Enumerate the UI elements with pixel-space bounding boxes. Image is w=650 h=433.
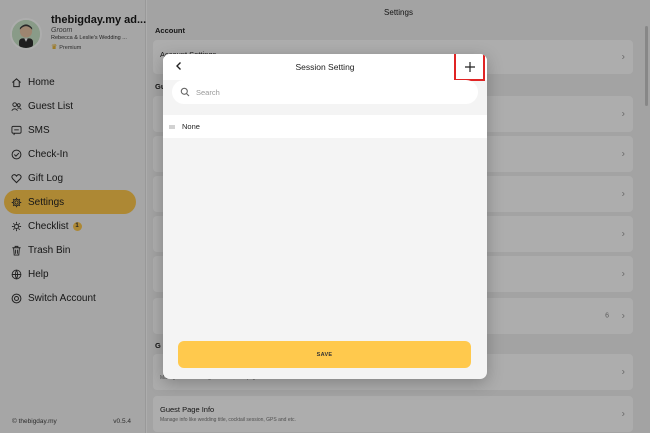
search-bar[interactable] xyxy=(172,80,478,104)
session-list: None xyxy=(163,115,487,138)
chevron-left-icon xyxy=(176,62,181,70)
session-setting-modal: Session Setting None SAVE xyxy=(163,54,487,379)
save-button[interactable]: SAVE xyxy=(178,341,471,368)
modal-header: Session Setting xyxy=(163,54,487,81)
drag-handle-icon[interactable] xyxy=(169,125,177,129)
search-input[interactable] xyxy=(196,87,456,97)
search-icon xyxy=(180,87,190,97)
session-name: None xyxy=(182,122,200,131)
list-item[interactable]: None xyxy=(163,115,487,138)
add-session-button[interactable] xyxy=(454,54,485,81)
plus-icon xyxy=(464,61,475,72)
back-button[interactable] xyxy=(172,59,186,73)
modal-title: Session Setting xyxy=(295,62,355,72)
